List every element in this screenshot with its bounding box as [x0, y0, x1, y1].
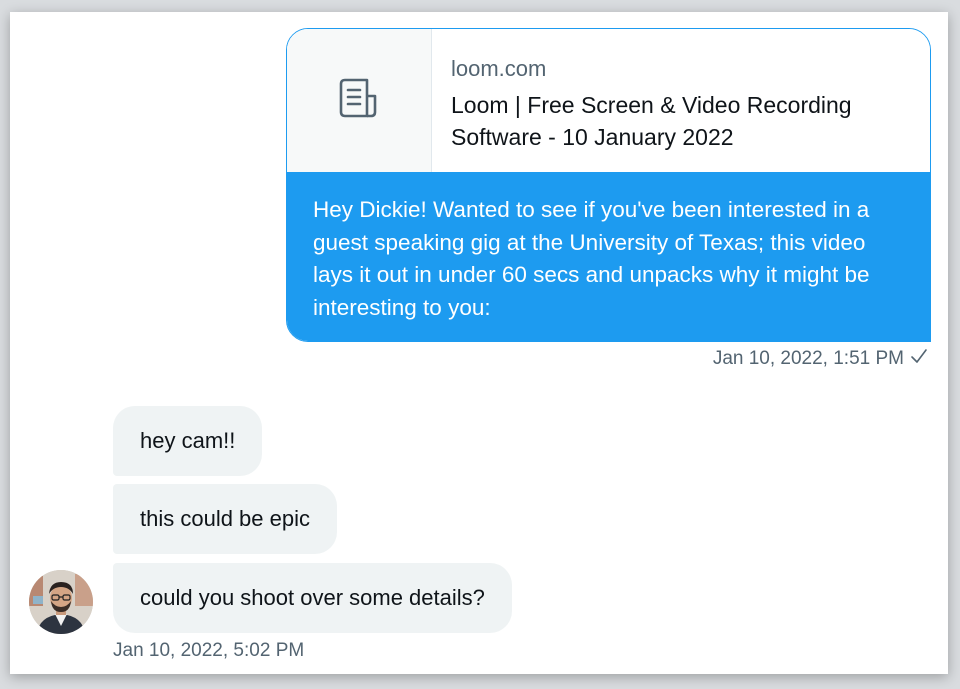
sent-timestamp: Jan 10, 2022, 1:51 PM: [712, 348, 904, 369]
avatar[interactable]: [29, 570, 93, 634]
link-preview-card[interactable]: loom.com Loom | Free Screen & Video Reco…: [287, 29, 930, 172]
received-message[interactable]: hey cam!!: [113, 406, 263, 476]
checkmark-icon: [910, 346, 928, 372]
document-icon: [336, 76, 382, 125]
sent-message-with-link-card[interactable]: loom.com Loom | Free Screen & Video Reco…: [286, 28, 931, 342]
link-domain: loom.com: [451, 56, 547, 81]
link-title: Loom | Free Screen & Video Recording Sof…: [451, 92, 852, 150]
sent-message-text: Hey Dickie! Wanted to see if you've been…: [287, 172, 930, 341]
link-thumbnail: [287, 29, 432, 172]
link-card-text: loom.com Loom | Free Screen & Video Reco…: [451, 55, 910, 153]
received-message[interactable]: this could be epic: [113, 484, 337, 554]
dm-conversation: loom.com Loom | Free Screen & Video Reco…: [10, 12, 948, 674]
sent-timestamp-row: Jan 10, 2022, 1:51 PM: [713, 346, 928, 372]
received-message[interactable]: could you shoot over some details?: [113, 563, 512, 633]
received-timestamp: Jan 10, 2022, 5:02 PM: [113, 640, 305, 661]
